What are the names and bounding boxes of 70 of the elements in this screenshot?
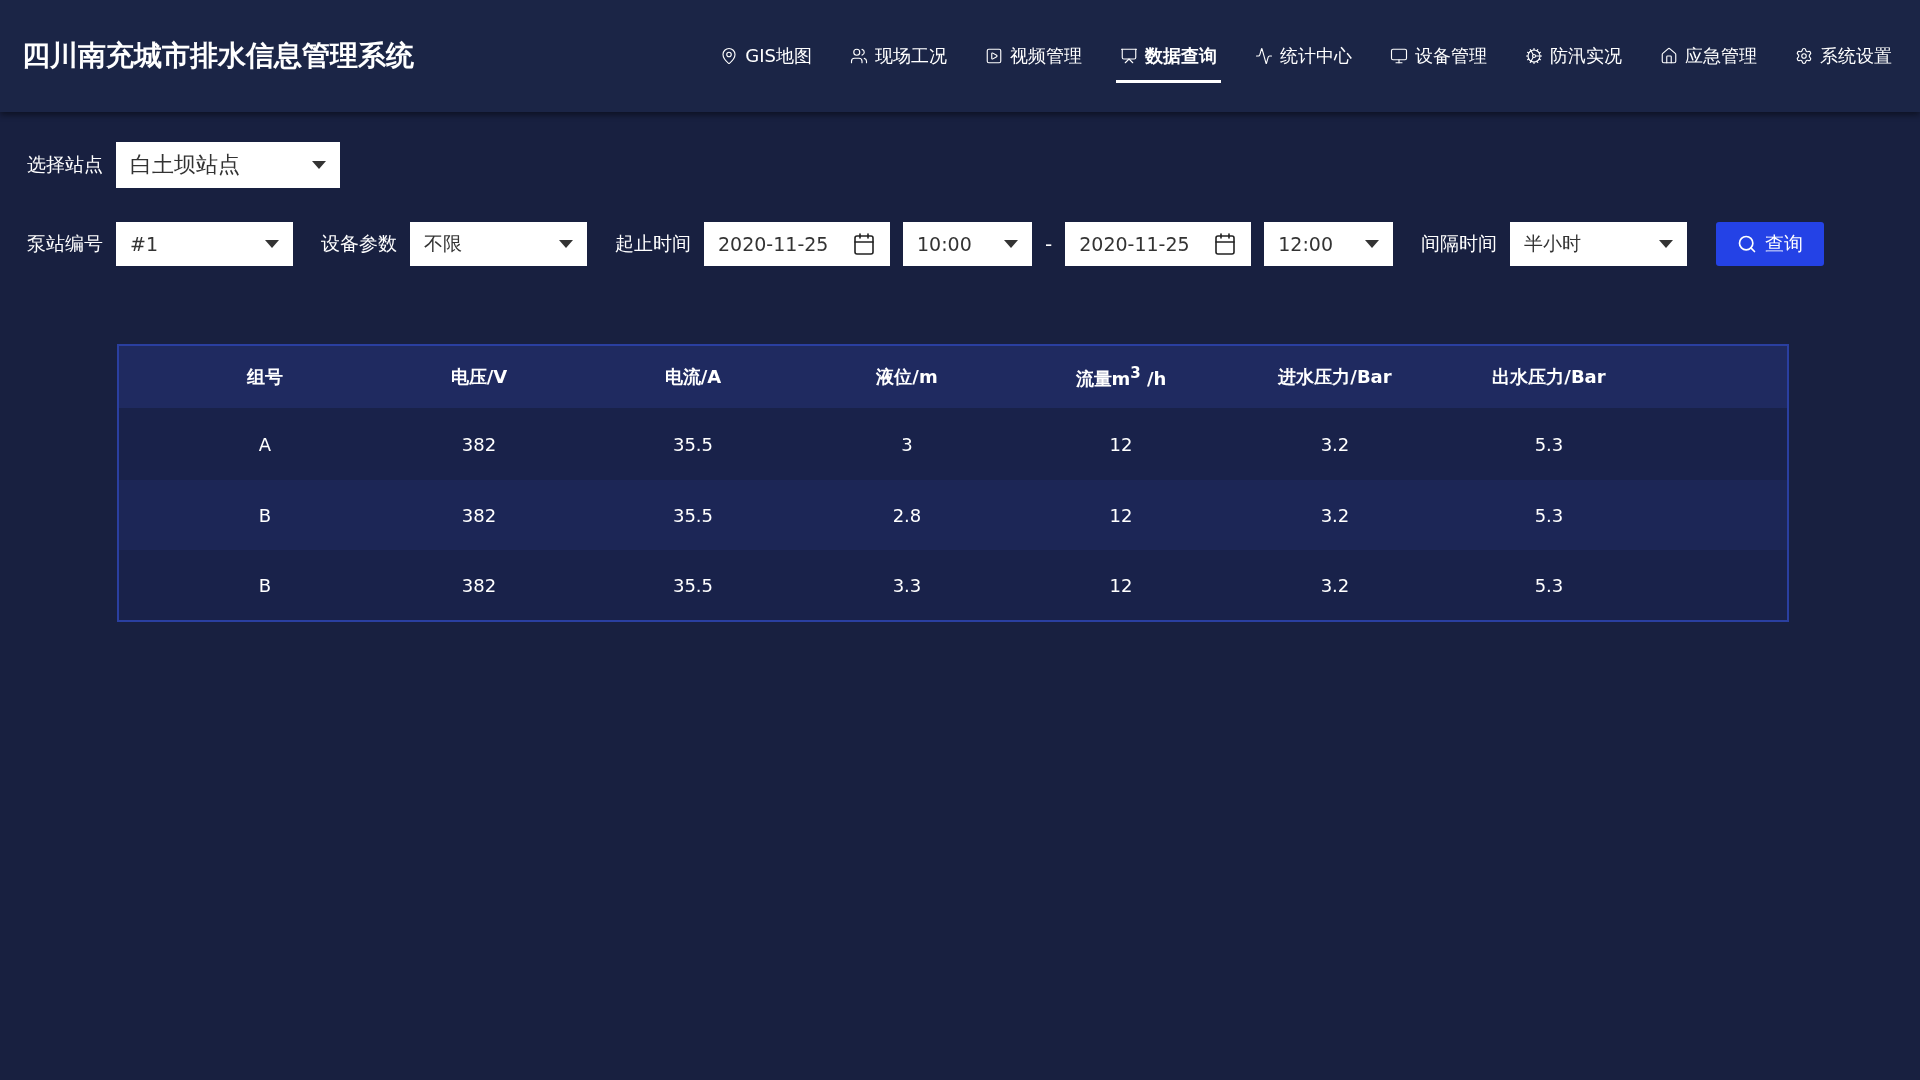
caret-icon (559, 240, 573, 248)
table-cell-text: 382 (460, 433, 498, 455)
house-icon (1660, 46, 1678, 65)
map-pin-icon (720, 46, 739, 65)
nav-tab[interactable]: 设备管理 (1386, 29, 1491, 83)
gear-icon (1525, 46, 1543, 65)
table-cell-text: 12 (1108, 504, 1134, 526)
select-field[interactable]: 不限 (410, 222, 587, 266)
field-label: 起止时间 (615, 231, 691, 256)
search-icon (1737, 234, 1758, 254)
select-field[interactable]: #1 (116, 222, 293, 266)
caret-icon (1659, 240, 1674, 248)
nav-tab[interactable]: GIS地图 (716, 29, 816, 83)
activity-icon (1255, 46, 1273, 65)
settings-icon (1795, 46, 1813, 65)
table-cell-text: B (257, 574, 273, 596)
column-header: 组号 (245, 365, 284, 389)
calendar-icon (1213, 232, 1238, 256)
query-button[interactable]: 查询 (1716, 222, 1825, 266)
table-cell-text: 35.5 (671, 433, 715, 455)
caret-icon (1365, 240, 1380, 248)
nav-tab[interactable]: 应急管理 (1656, 29, 1761, 83)
monitor-icon (1390, 46, 1408, 65)
nav-tab[interactable]: 现场工况 (846, 29, 951, 83)
select-field[interactable]: 半小时 (1510, 222, 1688, 266)
people-icon (850, 46, 868, 65)
field-label: 选择站点 (27, 152, 103, 177)
caret-icon (312, 161, 326, 169)
date-field[interactable]: 2020-11-25 (704, 222, 890, 266)
calendar-icon (852, 232, 876, 256)
app-title: 四川南充城市排水信息管理系统 (22, 38, 414, 74)
station-select[interactable]: 白土坝站点 (116, 142, 340, 188)
table-cell-text: 5.3 (1533, 574, 1565, 596)
table-cell-text: 3 (900, 433, 914, 455)
column-header: 流量m$^{3}$ /h (1074, 363, 1168, 391)
table-cell-text: 35.5 (671, 504, 715, 526)
table-cell-text: 2.8 (891, 504, 923, 526)
nav-tab[interactable]: 系统设置 (1791, 29, 1896, 83)
time-select[interactable]: 12:00 (1264, 222, 1394, 266)
column-header: 出水压力/Bar (1491, 365, 1607, 389)
nav-tab[interactable]: 数据查询 (1116, 29, 1221, 83)
nav-tab[interactable]: 防汛实况 (1521, 29, 1626, 83)
table-cell-text: 5.3 (1533, 433, 1565, 455)
table-cell-text: 12 (1108, 433, 1134, 455)
caret-icon (1004, 240, 1018, 248)
table-cell-text: 3.3 (891, 574, 923, 596)
table-cell-text: 5.3 (1533, 504, 1565, 526)
field-label: 泵站编号 (27, 231, 103, 256)
table-cell-text: 12 (1108, 574, 1134, 596)
table-cell-text: A (257, 433, 273, 455)
table-cell-text: 382 (460, 504, 498, 526)
table-cell-text: 3.2 (1319, 504, 1351, 526)
column-header: 电流/A (663, 365, 723, 389)
nav-tab[interactable]: 视频管理 (981, 29, 1086, 83)
range-separator: - (1045, 232, 1053, 256)
table-cell-text: 3.2 (1319, 574, 1351, 596)
field-label: 间隔时间 (1421, 231, 1498, 256)
table-cell-text: B (257, 504, 273, 526)
table-cell-text: 3.2 (1319, 433, 1351, 455)
play-icon (985, 46, 1003, 65)
field-label: 设备参数 (321, 231, 397, 256)
table-cell-text: 35.5 (671, 574, 715, 596)
date-field[interactable]: 2020-11-25 (1065, 222, 1252, 266)
table-cell-text: 382 (460, 574, 498, 596)
column-header: 液位/m (875, 365, 939, 389)
column-header: 电压/V (449, 365, 509, 389)
caret-icon (265, 240, 279, 248)
nav-tab[interactable]: 统计中心 (1251, 29, 1356, 83)
time-select[interactable]: 10:00 (903, 222, 1032, 266)
column-header: 进水压力/Bar (1277, 365, 1393, 389)
